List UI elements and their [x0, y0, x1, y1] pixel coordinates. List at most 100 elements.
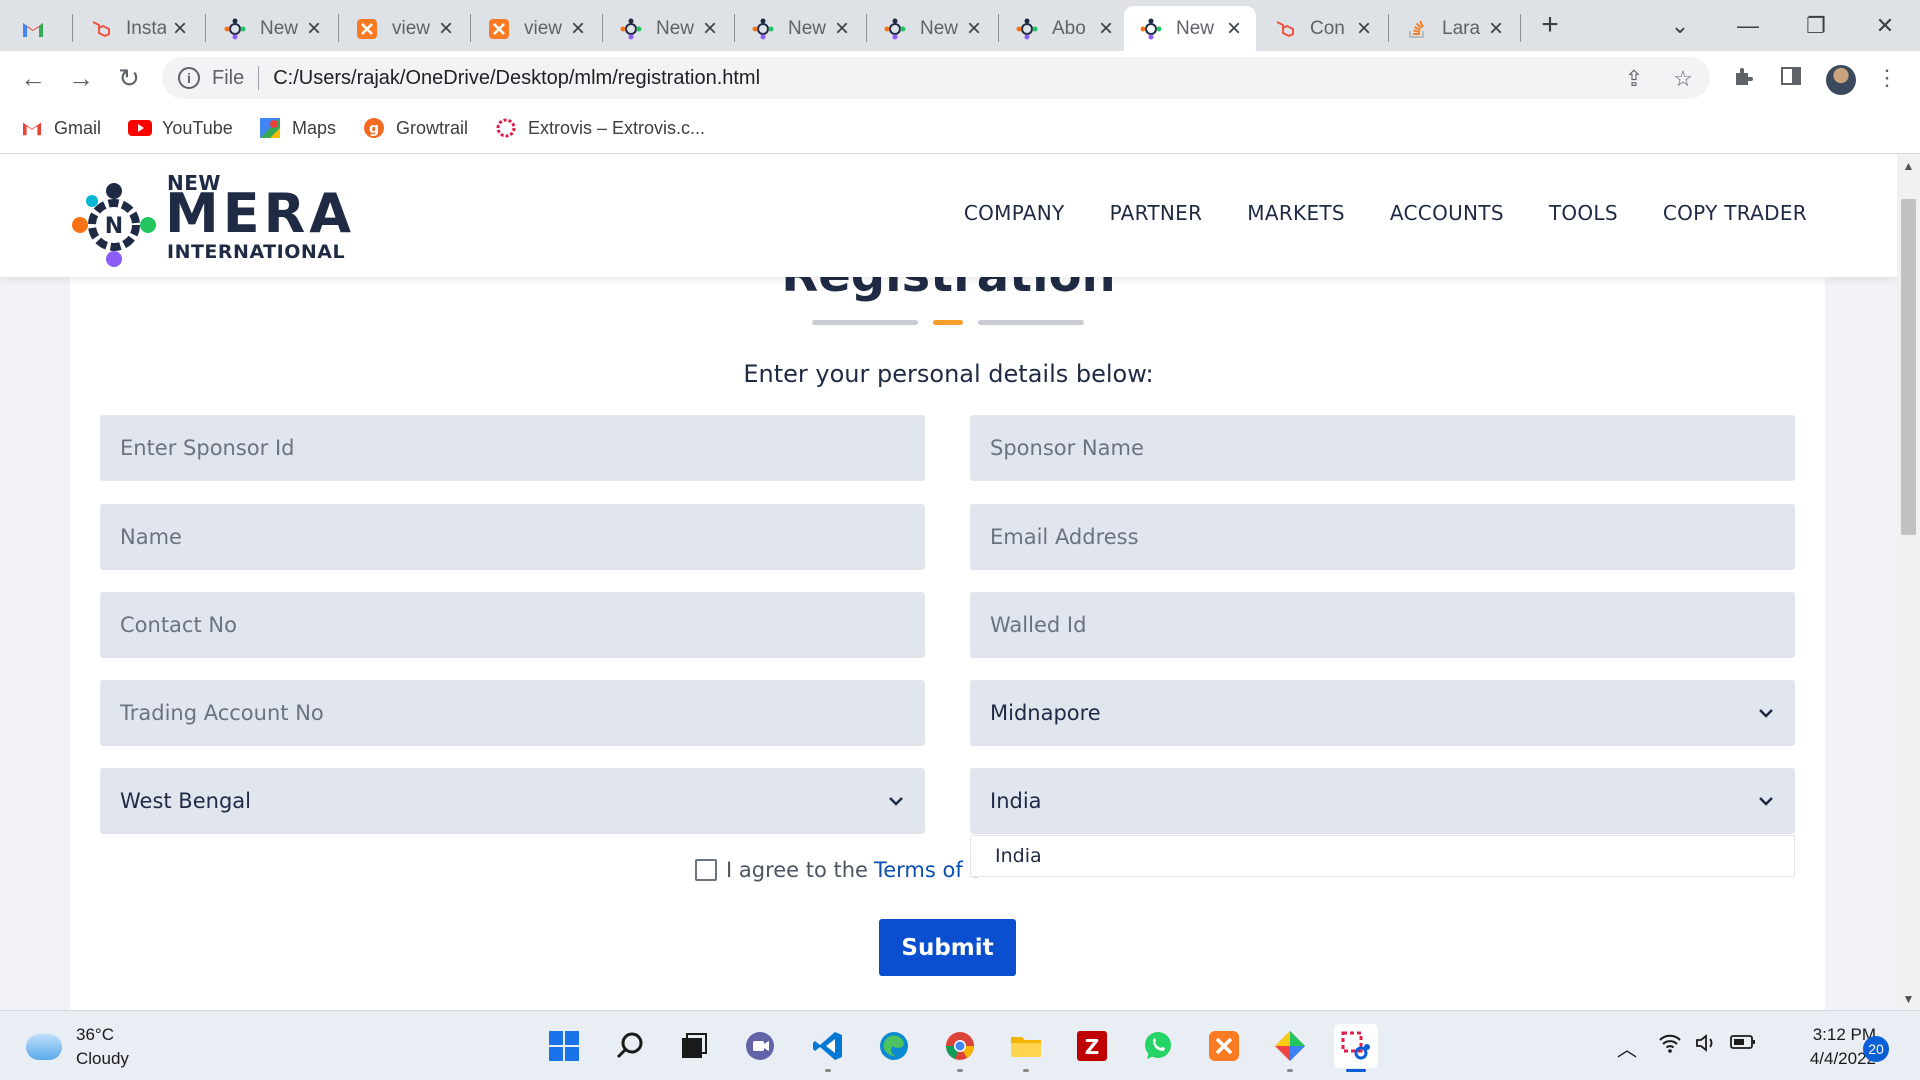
- taskbar-snipping-tool[interactable]: [1334, 1024, 1378, 1072]
- nav-company[interactable]: COMPANY: [964, 201, 1065, 225]
- notification-badge[interactable]: 20: [1863, 1036, 1889, 1062]
- nav-accounts[interactable]: ACCOUNTS: [1390, 201, 1504, 225]
- tab-search-icon[interactable]: ⌄: [1650, 8, 1710, 44]
- taskbar-git-app[interactable]: [1268, 1024, 1312, 1072]
- nav-copy-trader[interactable]: COPY TRADER: [1663, 201, 1807, 225]
- scrollbar-thumb[interactable]: [1901, 199, 1916, 535]
- nav-partner[interactable]: PARTNER: [1110, 201, 1203, 225]
- forward-button[interactable]: →: [64, 61, 98, 95]
- close-icon[interactable]: ×: [170, 16, 190, 41]
- bookmark-youtube[interactable]: YouTube: [128, 116, 233, 140]
- weather-widget[interactable]: 36°C Cloudy: [26, 1023, 129, 1071]
- laravel-icon: [1272, 16, 1298, 42]
- nav-tools[interactable]: TOOLS: [1549, 201, 1618, 225]
- name-input[interactable]: Name: [100, 504, 925, 570]
- close-icon[interactable]: ×: [964, 16, 984, 41]
- terms-checkbox[interactable]: [695, 859, 717, 881]
- bookmark-gmail[interactable]: Gmail: [20, 116, 101, 140]
- tab-2[interactable]: New ×: [208, 6, 336, 51]
- email-input[interactable]: Email Address: [970, 504, 1795, 570]
- close-icon[interactable]: ×: [436, 16, 456, 41]
- taskbar-vscode[interactable]: [806, 1024, 850, 1072]
- taskbar-file-explorer[interactable]: [1004, 1024, 1048, 1072]
- wifi-icon[interactable]: [1658, 1033, 1682, 1059]
- volume-icon[interactable]: [1694, 1033, 1718, 1059]
- battery-icon[interactable]: [1730, 1033, 1756, 1057]
- task-view-button[interactable]: [672, 1024, 716, 1068]
- tab-gmail[interactable]: [20, 6, 80, 51]
- search-button[interactable]: [608, 1024, 652, 1068]
- taskbar-edge[interactable]: [872, 1024, 916, 1068]
- tab-1[interactable]: Insta ×: [74, 6, 202, 51]
- close-icon[interactable]: ×: [1096, 16, 1116, 41]
- country-select[interactable]: India: [970, 768, 1795, 834]
- district-select[interactable]: Midnapore: [970, 680, 1795, 746]
- tab-7[interactable]: New ×: [868, 6, 996, 51]
- close-icon[interactable]: ×: [700, 16, 720, 41]
- tab-8[interactable]: Abo ×: [1000, 6, 1128, 51]
- tab-3[interactable]: view ×: [340, 6, 468, 51]
- bookmark-growtrail[interactable]: g Growtrail: [362, 116, 468, 140]
- tab-9-active[interactable]: New ×: [1124, 6, 1256, 51]
- minimize-button[interactable]: —: [1718, 8, 1778, 44]
- nav-markets[interactable]: MARKETS: [1247, 201, 1345, 225]
- share-icon[interactable]: ⇪: [1622, 67, 1646, 91]
- close-icon[interactable]: ×: [1354, 16, 1374, 41]
- country-dropdown-option[interactable]: India: [970, 835, 1795, 877]
- tab-10[interactable]: Con ×: [1258, 6, 1386, 51]
- title-underline-accent: [933, 320, 963, 325]
- nmi-icon: [750, 16, 776, 42]
- weather-condition: Cloudy: [76, 1049, 129, 1068]
- info-icon[interactable]: i: [178, 67, 200, 89]
- taskbar-filezilla[interactable]: Z: [1070, 1024, 1114, 1068]
- profile-avatar[interactable]: [1826, 65, 1856, 95]
- tab-5[interactable]: New ×: [604, 6, 732, 51]
- terms-link[interactable]: Terms of S: [874, 858, 983, 882]
- close-icon[interactable]: ×: [1224, 16, 1244, 41]
- back-button[interactable]: ←: [16, 61, 50, 95]
- taskbar-whatsapp[interactable]: [1136, 1024, 1180, 1068]
- site-logo[interactable]: N NEW MERA INTERNATIONAL: [70, 169, 370, 267]
- submit-button[interactable]: Submit: [879, 919, 1016, 976]
- close-window-button[interactable]: ✕: [1855, 8, 1915, 44]
- extensions-icon[interactable]: [1730, 65, 1756, 91]
- close-icon[interactable]: ×: [304, 16, 324, 41]
- sponsor-name-input[interactable]: Sponsor Name: [970, 415, 1795, 481]
- scroll-down-arrow-icon[interactable]: ▼: [1897, 992, 1920, 1006]
- sponsor-id-input[interactable]: Enter Sponsor Id: [100, 415, 925, 481]
- new-tab-button[interactable]: +: [1534, 10, 1566, 42]
- taskbar-chrome[interactable]: [938, 1024, 982, 1072]
- trading-account-input[interactable]: Trading Account No: [100, 680, 925, 746]
- state-select[interactable]: West Bengal: [100, 768, 925, 834]
- reload-button[interactable]: ↻: [112, 61, 146, 95]
- side-panel-icon[interactable]: [1778, 65, 1804, 91]
- restore-button[interactable]: ❐: [1786, 8, 1846, 44]
- stackoverflow-icon: [1404, 16, 1430, 42]
- page-scrollbar[interactable]: ▲ ▼: [1897, 155, 1920, 1010]
- bookmark-maps[interactable]: Maps: [258, 116, 336, 140]
- taskbar-clock[interactable]: 3:12 PM 4/4/2022: [1778, 1023, 1876, 1071]
- tab-11[interactable]: Lara ×: [1390, 6, 1518, 51]
- show-hidden-icons-icon[interactable]: ︿: [1617, 1033, 1637, 1062]
- bookmark-label: YouTube: [162, 117, 233, 138]
- scroll-up-arrow-icon[interactable]: ▲: [1897, 159, 1920, 173]
- close-icon[interactable]: ×: [832, 16, 852, 41]
- taskbar-teams[interactable]: [738, 1024, 782, 1068]
- tab-separator: [866, 14, 867, 42]
- wallet-id-input[interactable]: Walled Id: [970, 592, 1795, 658]
- tab-6[interactable]: New ×: [736, 6, 864, 51]
- menu-kebab-icon[interactable]: ⋮: [1874, 65, 1900, 91]
- site-header: N NEW MERA INTERNATIONAL COMPANY PARTNER…: [0, 155, 1897, 277]
- main-nav: COMPANY PARTNER MARKETS ACCOUNTS TOOLS C…: [964, 201, 1807, 225]
- tab-title: view: [392, 17, 431, 39]
- bookmark-extrovis[interactable]: Extrovis – Extrovis.c...: [494, 116, 705, 140]
- taskbar-xampp[interactable]: [1202, 1024, 1246, 1068]
- url-text[interactable]: C:/Users/rajak/OneDrive/Desktop/mlm/regi…: [273, 67, 760, 90]
- start-button[interactable]: [542, 1024, 586, 1068]
- close-icon[interactable]: ×: [568, 16, 588, 41]
- close-icon[interactable]: ×: [1486, 16, 1506, 41]
- tab-4[interactable]: view ×: [472, 6, 600, 51]
- address-bar[interactable]: i File C:/Users/rajak/OneDrive/Desktop/m…: [162, 57, 1710, 99]
- bookmark-star-icon[interactable]: ☆: [1671, 67, 1695, 91]
- contact-input[interactable]: Contact No: [100, 592, 925, 658]
